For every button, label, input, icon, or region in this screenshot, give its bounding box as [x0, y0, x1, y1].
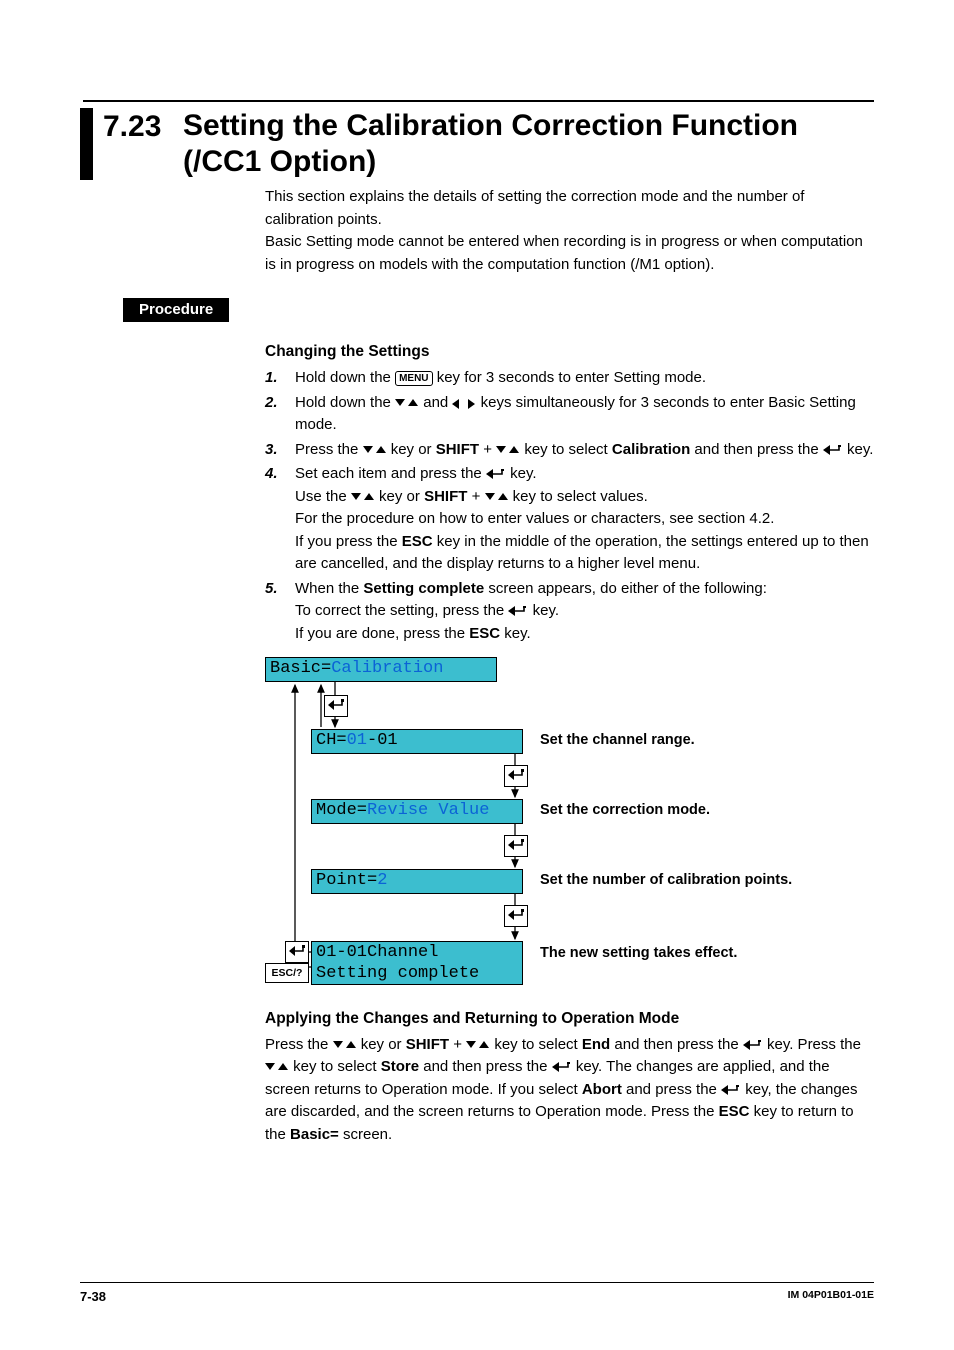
steps-list: 1. Hold down the MENU key for 3 seconds … — [265, 367, 874, 645]
applying-heading: Applying the Changes and Returning to Op… — [265, 1007, 874, 1030]
changing-heading: Changing the Settings — [265, 340, 874, 363]
intro-p2: Basic Setting mode cannot be entered whe… — [265, 231, 874, 276]
enter-arrow-icon — [552, 1062, 572, 1074]
section-title: Setting the Calibration Correction Funct… — [183, 108, 798, 180]
step-4: 4. Set each item and press the key. Use … — [265, 463, 874, 576]
step-1-num: 1. — [265, 367, 295, 390]
section-title-line2: (/CC1 Option) — [183, 145, 376, 178]
page-number: 7-38 — [80, 1289, 106, 1304]
heading-marker — [80, 108, 93, 180]
caption-done: The new setting takes effect. — [540, 945, 737, 961]
step-4-num: 4. — [265, 463, 295, 576]
down-up-arrows-icon — [496, 445, 520, 457]
step-3-text: Press the key or SHIFT + key to select C… — [295, 439, 874, 462]
step-5-num: 5. — [265, 578, 295, 646]
enter-arrow-icon — [486, 469, 506, 481]
enter-key-icon — [504, 905, 528, 927]
step-3-num: 3. — [265, 439, 295, 462]
caption-channel: Set the channel range. — [540, 732, 695, 748]
esc-key-icon: ESC/? — [265, 963, 309, 983]
step-4-text: Set each item and press the key. Use the… — [295, 463, 874, 576]
down-up-arrows-icon — [265, 1062, 289, 1074]
step-2-num: 2. — [265, 392, 295, 437]
lcd-point: Point=2 — [311, 869, 523, 893]
left-right-arrows-icon — [452, 398, 476, 410]
section-heading: 7.23 Setting the Calibration Correction … — [80, 108, 874, 180]
lcd-channel: CH=01-01 — [311, 729, 523, 753]
step-1-text: Hold down the MENU key for 3 seconds to … — [295, 367, 874, 390]
lcd-setting-complete: 01-01Channel Setting complete — [311, 941, 523, 985]
step-3: 3. Press the key or SHIFT + key to selec… — [265, 439, 874, 462]
enter-arrow-icon — [721, 1085, 741, 1097]
lcd-mode: Mode=Revise Value — [311, 799, 523, 823]
changing-block: Changing the Settings 1. Hold down the M… — [265, 340, 874, 645]
section-number: 7.23 — [103, 108, 183, 144]
enter-arrow-icon — [508, 606, 528, 618]
enter-key-icon — [324, 695, 348, 717]
section-title-line1: Setting the Calibration Correction Funct… — [183, 109, 798, 142]
enter-arrow-icon — [823, 445, 843, 457]
step-5-text: When the Setting complete screen appears… — [295, 578, 874, 646]
menu-key-icon: MENU — [395, 371, 432, 386]
enter-key-icon — [504, 835, 528, 857]
procedure-badge: Procedure — [123, 298, 229, 322]
enter-key-icon — [504, 765, 528, 787]
enter-key-icon — [285, 941, 309, 963]
intro-text: This section explains the details of set… — [265, 186, 874, 276]
page-footer: 7-38 IM 04P01B01-01E — [80, 1282, 874, 1304]
down-up-arrows-icon — [333, 1040, 357, 1052]
doc-number: IM 04P01B01-01E — [788, 1289, 874, 1304]
top-rule — [83, 100, 874, 102]
applying-text: Press the key or SHIFT + key to select E… — [265, 1034, 874, 1147]
step-1: 1. Hold down the MENU key for 3 seconds … — [265, 367, 874, 390]
applying-block: Applying the Changes and Returning to Op… — [265, 1007, 874, 1146]
down-up-arrows-icon — [363, 445, 387, 457]
flow-diagram: Basic=Calibration CH=01-01 Set the chann… — [265, 657, 905, 987]
step-5: 5. When the Setting complete screen appe… — [265, 578, 874, 646]
lcd-basic: Basic=Calibration — [265, 657, 497, 681]
down-up-arrows-icon — [466, 1040, 490, 1052]
step-2: 2. Hold down the and keys simultaneously… — [265, 392, 874, 437]
enter-arrow-icon — [743, 1040, 763, 1052]
page: 7.23 Setting the Calibration Correction … — [0, 0, 954, 1350]
step-2-text: Hold down the and keys simultaneously fo… — [295, 392, 874, 437]
caption-point: Set the number of calibration points. — [540, 872, 792, 888]
down-up-arrows-icon — [485, 492, 509, 504]
down-up-arrows-icon — [395, 398, 419, 410]
intro-p1: This section explains the details of set… — [265, 186, 874, 231]
down-up-arrows-icon — [351, 492, 375, 504]
caption-mode: Set the correction mode. — [540, 802, 710, 818]
